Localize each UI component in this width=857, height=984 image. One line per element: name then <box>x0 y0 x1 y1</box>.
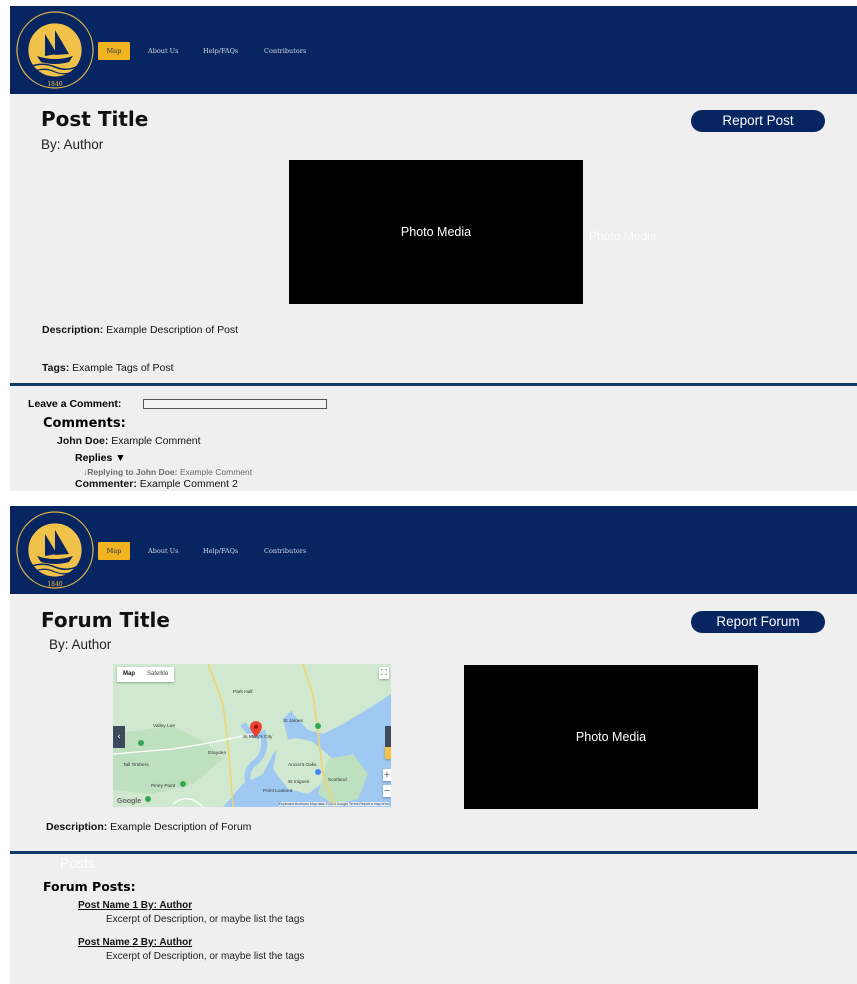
map-attribution[interactable]: Keyboard shortcuts Map data ©2024 Google… <box>278 802 389 806</box>
section-divider <box>10 383 857 386</box>
post-byline: By: Author <box>41 137 104 152</box>
map-label-point-lookout: Point Lookout <box>263 789 293 794</box>
map-tab-map[interactable]: Map <box>117 667 141 682</box>
forum-post-link[interactable]: Post Name 2 By: Author <box>78 937 192 948</box>
reply-author: Replying to John Doe: <box>87 467 178 477</box>
map-label-st-inigoes: St Inigoes <box>288 780 310 785</box>
forum-title: Forum Title <box>41 608 170 632</box>
nav-help-link[interactable]: Help/FAQs <box>203 42 238 60</box>
comment-item: Commenter: Example Comment 2 <box>75 478 238 490</box>
forum-post-link[interactable]: Post Name 1 By: Author <box>78 900 192 911</box>
description-label: Description: <box>46 821 108 833</box>
post-photo-media: Photo Media <box>289 160 583 304</box>
map-label-st-james: St James <box>283 719 303 724</box>
caret-down-icon: ▼ <box>115 452 126 464</box>
forum-posts-heading: Forum Posts: <box>43 879 136 894</box>
tags-text: Example Tags of Post <box>69 362 174 374</box>
nav-map-link[interactable]: Map <box>98 42 130 60</box>
navbar: 1840 Map About Us Help/FAQs Contributors <box>10 6 857 94</box>
map-label-scotland: Scotland <box>328 778 347 783</box>
comment-author: Commenter: <box>75 478 137 490</box>
svg-text:1840: 1840 <box>47 81 62 88</box>
tags-label: Tags: <box>42 362 70 374</box>
post-page-panel: 1840 Map About Us Help/FAQs Contributors… <box>10 6 857 491</box>
chevron-left-icon[interactable]: ‹ <box>113 726 125 748</box>
replies-toggle[interactable]: Replies ▼ <box>75 452 126 464</box>
nav-about-link[interactable]: About Us <box>148 542 178 560</box>
description-label: Description: <box>42 324 104 336</box>
map-label-drayden: Drayden <box>208 751 227 756</box>
ghost-photo-label: Photo Media <box>589 229 657 243</box>
street-view-icon[interactable] <box>385 747 391 759</box>
description-text: Example Description of Post <box>103 324 239 336</box>
comment-item: John Doe: Example Comment <box>57 435 201 447</box>
leave-comment-label: Leave a Comment: <box>28 398 122 410</box>
college-seal-logo[interactable]: 1840 <box>15 510 95 590</box>
forum-description: Description: Example Description of Foru… <box>46 821 251 833</box>
post-tags: Tags: Example Tags of Post <box>42 362 174 374</box>
map-type-tabs: Map Satellite <box>117 667 175 682</box>
comment-author: John Doe: <box>57 435 109 447</box>
forum-post-excerpt: Excerpt of Description, or maybe list th… <box>106 951 305 962</box>
map-label-ancient-oaks: Ancient Oaks <box>288 763 317 768</box>
fullscreen-icon[interactable]: ⛶ <box>379 667 389 679</box>
photo-media-label: Photo Media <box>575 730 647 744</box>
chevron-right-icon[interactable] <box>385 726 391 748</box>
report-post-button[interactable]: Report Post <box>691 110 825 132</box>
reply-text: Example Comment <box>177 467 253 477</box>
zoom-in-icon[interactable]: + <box>383 769 391 781</box>
nav-map-link[interactable]: Map <box>98 542 130 560</box>
forum-photo-media: Photo Media <box>464 665 758 809</box>
map-label-piney-point: Piney Point <box>151 784 176 789</box>
map-label-park-hall: Park Hall <box>233 690 253 695</box>
map-label-valley-lee: Valley Lee <box>153 724 176 729</box>
svg-text:1840: 1840 <box>47 581 62 588</box>
description-text: Example Description of Forum <box>107 821 252 833</box>
map-label-tall-timbers: Tall Timbers <box>123 763 149 768</box>
post-title: Post Title <box>41 107 149 131</box>
nav-contributors-link[interactable]: Contributors <box>264 42 306 60</box>
zoom-out-icon[interactable]: − <box>383 785 391 797</box>
navbar: 1840 Map About Us Help/FAQs Contributors <box>10 506 857 594</box>
college-seal-logo[interactable]: 1840 <box>15 10 95 90</box>
section-divider <box>10 851 857 854</box>
reply-item: ↓Replying to John Doe: Example Comment <box>83 467 252 477</box>
forum-byline: By: Author <box>49 637 112 652</box>
nav-contributors-link[interactable]: Contributors <box>264 542 306 560</box>
comment-text: Example Comment <box>108 435 201 447</box>
comments-heading: Comments: <box>43 416 126 431</box>
nav-help-link[interactable]: Help/FAQs <box>203 542 238 560</box>
comment-input[interactable] <box>143 399 327 409</box>
forum-page-panel: 1840 Map About Us Help/FAQs Contributors… <box>10 506 857 984</box>
photo-media-label: Photo Media <box>400 225 472 239</box>
location-map[interactable]: Map Satellite ⛶ ‹ + − Park Hall Valley L… <box>113 664 391 807</box>
map-tab-satellite[interactable]: Satellite <box>141 667 174 682</box>
google-logo: Google <box>117 798 142 805</box>
map-label-st-marys-city: St Mary's City <box>243 735 273 740</box>
ghost-posts-label: Posts <box>60 855 96 871</box>
report-forum-button[interactable]: Report Forum <box>691 611 825 633</box>
replies-label: Replies <box>75 452 113 464</box>
comment-text: Example Comment 2 <box>136 478 238 490</box>
post-description: Description: Example Description of Post <box>42 324 238 336</box>
forum-post-excerpt: Excerpt of Description, or maybe list th… <box>106 914 305 925</box>
nav-about-link[interactable]: About Us <box>148 42 178 60</box>
